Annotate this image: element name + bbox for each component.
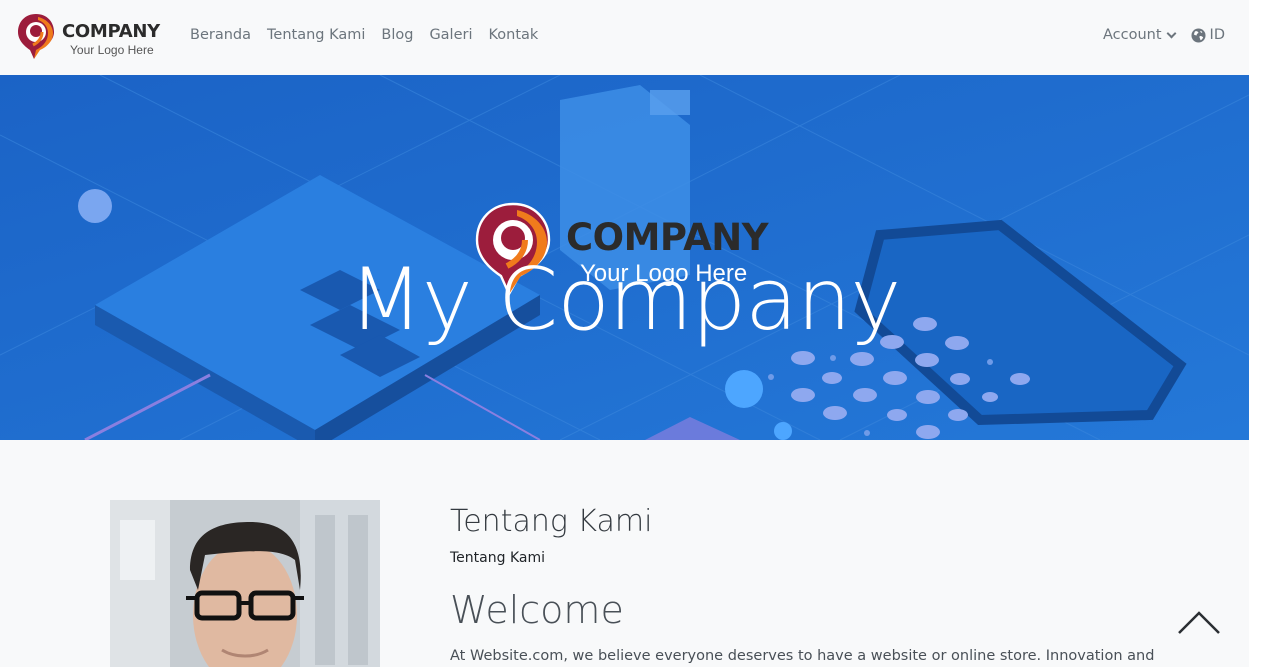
about-section: Tentang Kami Tentang Kami Welcome At Web… bbox=[450, 504, 1155, 664]
nav-link-galeri[interactable]: Galeri bbox=[421, 27, 480, 43]
about-photo bbox=[110, 500, 380, 667]
nav-links: Beranda Tentang Kami Blog Galeri Kontak bbox=[182, 27, 546, 43]
globe-icon bbox=[1191, 27, 1206, 43]
nav-link-tentang-kami[interactable]: Tentang Kami bbox=[259, 27, 373, 43]
caret-down-icon bbox=[1166, 28, 1176, 38]
nav-right: Account ID bbox=[1103, 27, 1225, 43]
nav-link-kontak[interactable]: Kontak bbox=[481, 27, 547, 43]
account-label: Account bbox=[1103, 27, 1162, 43]
person-photo bbox=[110, 500, 380, 667]
welcome-heading: Welcome bbox=[450, 588, 624, 632]
nav-link-blog[interactable]: Blog bbox=[373, 27, 421, 43]
hero-banner: COMPANY Your Logo Here My Company bbox=[0, 75, 1249, 440]
intro-paragraph: At Website.com, we believe everyone dese… bbox=[450, 648, 1155, 664]
account-dropdown[interactable]: Account bbox=[1103, 27, 1176, 43]
brand-logo[interactable]: COMPANY Your Logo Here bbox=[16, 12, 166, 62]
hero-title: My Company bbox=[348, 250, 902, 350]
page: COMPANY Your Logo Here Beranda Tentang K… bbox=[0, 0, 1249, 667]
page-scrollbar[interactable] bbox=[1249, 0, 1264, 667]
brand-name: COMPANY bbox=[62, 21, 160, 42]
about-title: Tentang Kami bbox=[450, 504, 653, 539]
language-selector[interactable]: ID bbox=[1191, 27, 1225, 43]
nav-link-beranda[interactable]: Beranda bbox=[182, 27, 259, 43]
brand-tagline: Your Logo Here bbox=[70, 43, 154, 57]
top-navbar: COMPANY Your Logo Here Beranda Tentang K… bbox=[0, 0, 1249, 75]
chevron-up-icon[interactable] bbox=[1176, 608, 1222, 636]
language-label: ID bbox=[1209, 27, 1225, 43]
pin-logo-icon bbox=[18, 14, 54, 59]
about-subtitle: Tentang Kami bbox=[450, 550, 545, 566]
